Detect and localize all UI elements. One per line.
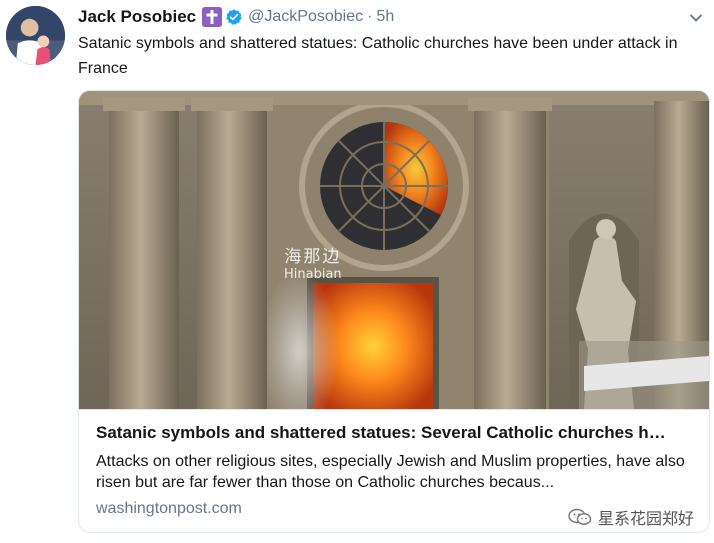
- timestamp[interactable]: 5h: [376, 8, 394, 26]
- tweet-header: Jack Posobiec @JackPosobiec · 5h: [78, 5, 394, 29]
- card-title[interactable]: Satanic symbols and shattered statues: S…: [96, 422, 696, 444]
- user-handle[interactable]: @JackPosobiec: [248, 8, 363, 26]
- card-domain[interactable]: washingtonpost.com: [96, 500, 242, 518]
- image-watermark: 海那边 Hinabian: [284, 248, 342, 284]
- latin-cross-icon: [202, 7, 223, 27]
- card-description: Attacks on other religious sites, especi…: [96, 453, 685, 491]
- tweet-text: Satanic symbols and shattered statues: C…: [78, 35, 678, 77]
- tweet: Jack Posobiec @JackPosobiec · 5h Satanic…: [0, 0, 714, 543]
- avatar[interactable]: [6, 6, 65, 65]
- chevron-down-icon[interactable]: [688, 10, 704, 26]
- separator-dot: ·: [367, 8, 373, 25]
- footer-watermark: 星系花园郑好: [568, 505, 694, 529]
- card-image: 海那边 Hinabian: [79, 91, 709, 409]
- image-watermark-en: Hinabian: [284, 267, 342, 282]
- display-name[interactable]: Jack Posobiec: [78, 7, 196, 27]
- footer-watermark-text: 星系花园郑好: [597, 509, 694, 528]
- wechat-icon: [568, 508, 592, 526]
- verified-badge-icon: [225, 8, 243, 26]
- link-card[interactable]: 海那边 Hinabian Satanic symbols and shatter…: [78, 90, 710, 533]
- image-watermark-cn: 海那边: [284, 247, 342, 267]
